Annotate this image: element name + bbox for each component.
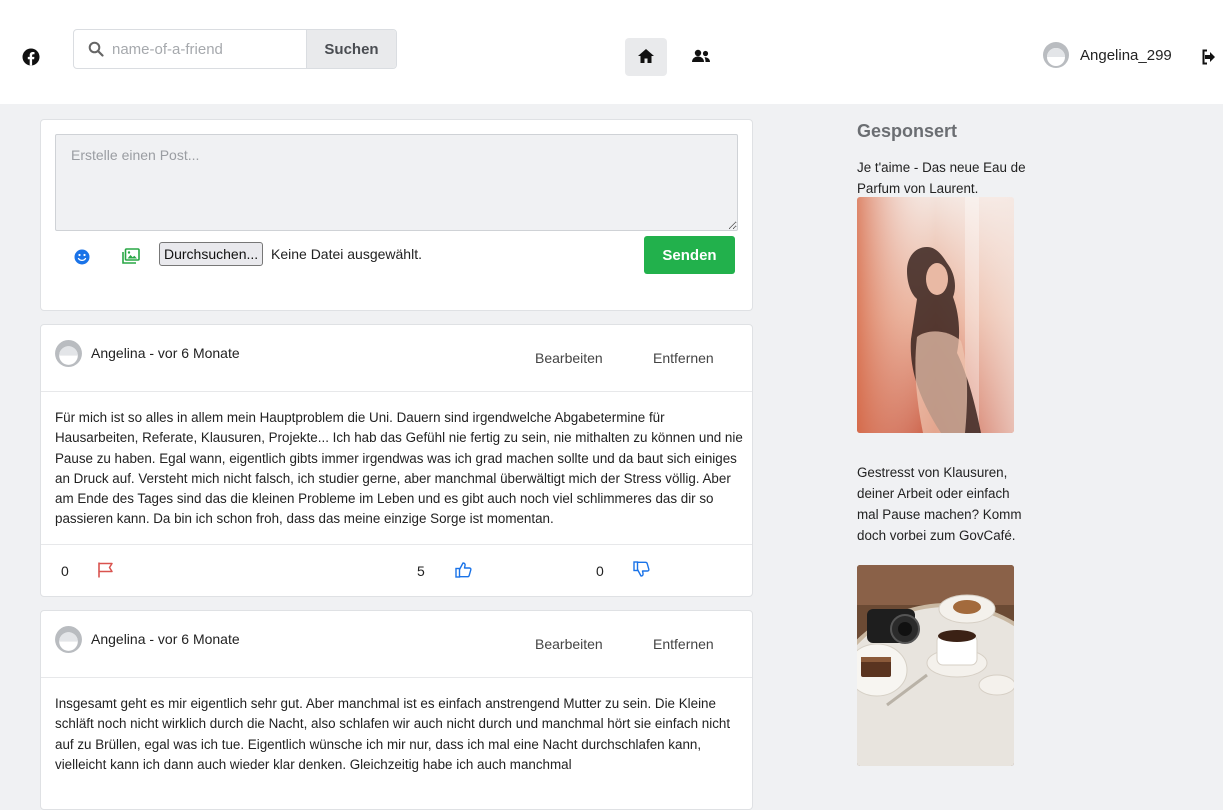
facebook-logo-icon[interactable] — [22, 48, 40, 66]
home-icon — [638, 49, 654, 63]
search-bar: Suchen — [73, 29, 397, 69]
author-avatar[interactable] — [54, 339, 83, 368]
delete-post-button[interactable]: Entfernen — [653, 636, 714, 652]
file-status-label: Keine Datei ausgewählt. — [271, 246, 422, 262]
thumbs-up-icon[interactable] — [455, 561, 472, 578]
user-avatar[interactable] — [1042, 41, 1070, 69]
dislike-count: 0 — [596, 563, 604, 579]
perfume-ad-image[interactable] — [857, 197, 1014, 433]
friends-button[interactable] — [688, 40, 712, 74]
post-card: Angelina - vor 6 Monate Bearbeiten Entfe… — [40, 610, 753, 810]
search-input[interactable] — [112, 30, 307, 68]
send-button[interactable]: Senden — [644, 236, 735, 274]
like-count: 5 — [417, 563, 425, 579]
top-navbar: Suchen Angelina_299 — [0, 8, 1223, 104]
thumbs-down-icon[interactable] — [633, 561, 650, 578]
post-text: Insgesamt geht es mir eigentlich sehr gu… — [55, 696, 731, 772]
user-name[interactable]: Angelina_299 — [1080, 47, 1172, 64]
post-textarea[interactable] — [55, 134, 738, 231]
post-actions: 0 5 0 — [41, 544, 752, 597]
image-upload-icon[interactable] — [122, 248, 140, 264]
top-strip — [0, 0, 1223, 8]
search-icon — [88, 41, 104, 57]
search-button[interactable]: Suchen — [306, 30, 396, 68]
post-header: Angelina - vor 6 Monate Bearbeiten Entfe… — [41, 325, 752, 392]
emoji-icon[interactable] — [74, 249, 90, 265]
browse-file-button[interactable]: Durchsuchen... — [159, 242, 264, 266]
post-header: Angelina - vor 6 Monate Bearbeiten Entfe… — [41, 611, 752, 678]
logout-icon[interactable] — [1201, 49, 1217, 65]
delete-post-button[interactable]: Entfernen — [653, 350, 714, 366]
author-avatar[interactable] — [54, 625, 83, 654]
flag-count: 0 — [61, 563, 69, 579]
ad-text[interactable]: Gestresst von Klausuren, deiner Arbeit o… — [857, 462, 1027, 546]
flag-icon[interactable] — [97, 561, 114, 578]
post-author[interactable]: Angelina - vor 6 Monate — [91, 345, 240, 361]
home-button[interactable] — [625, 38, 667, 76]
post-author[interactable]: Angelina - vor 6 Monate — [91, 631, 240, 647]
post-composer: Durchsuchen... Keine Datei ausgewählt. S… — [40, 119, 753, 311]
edit-post-button[interactable]: Bearbeiten — [535, 636, 603, 652]
post-card: Angelina - vor 6 Monate Bearbeiten Entfe… — [40, 324, 753, 597]
cafe-ad-image[interactable] — [857, 565, 1014, 766]
edit-post-button[interactable]: Bearbeiten — [535, 350, 603, 366]
post-text: Für mich ist so alles in allem mein Haup… — [55, 410, 743, 527]
ad-text[interactable]: Je t'aime - Das neue Eau de Parfum von L… — [857, 157, 1027, 199]
friends-icon — [692, 49, 710, 62]
sponsored-title: Gesponsert — [857, 121, 958, 141]
